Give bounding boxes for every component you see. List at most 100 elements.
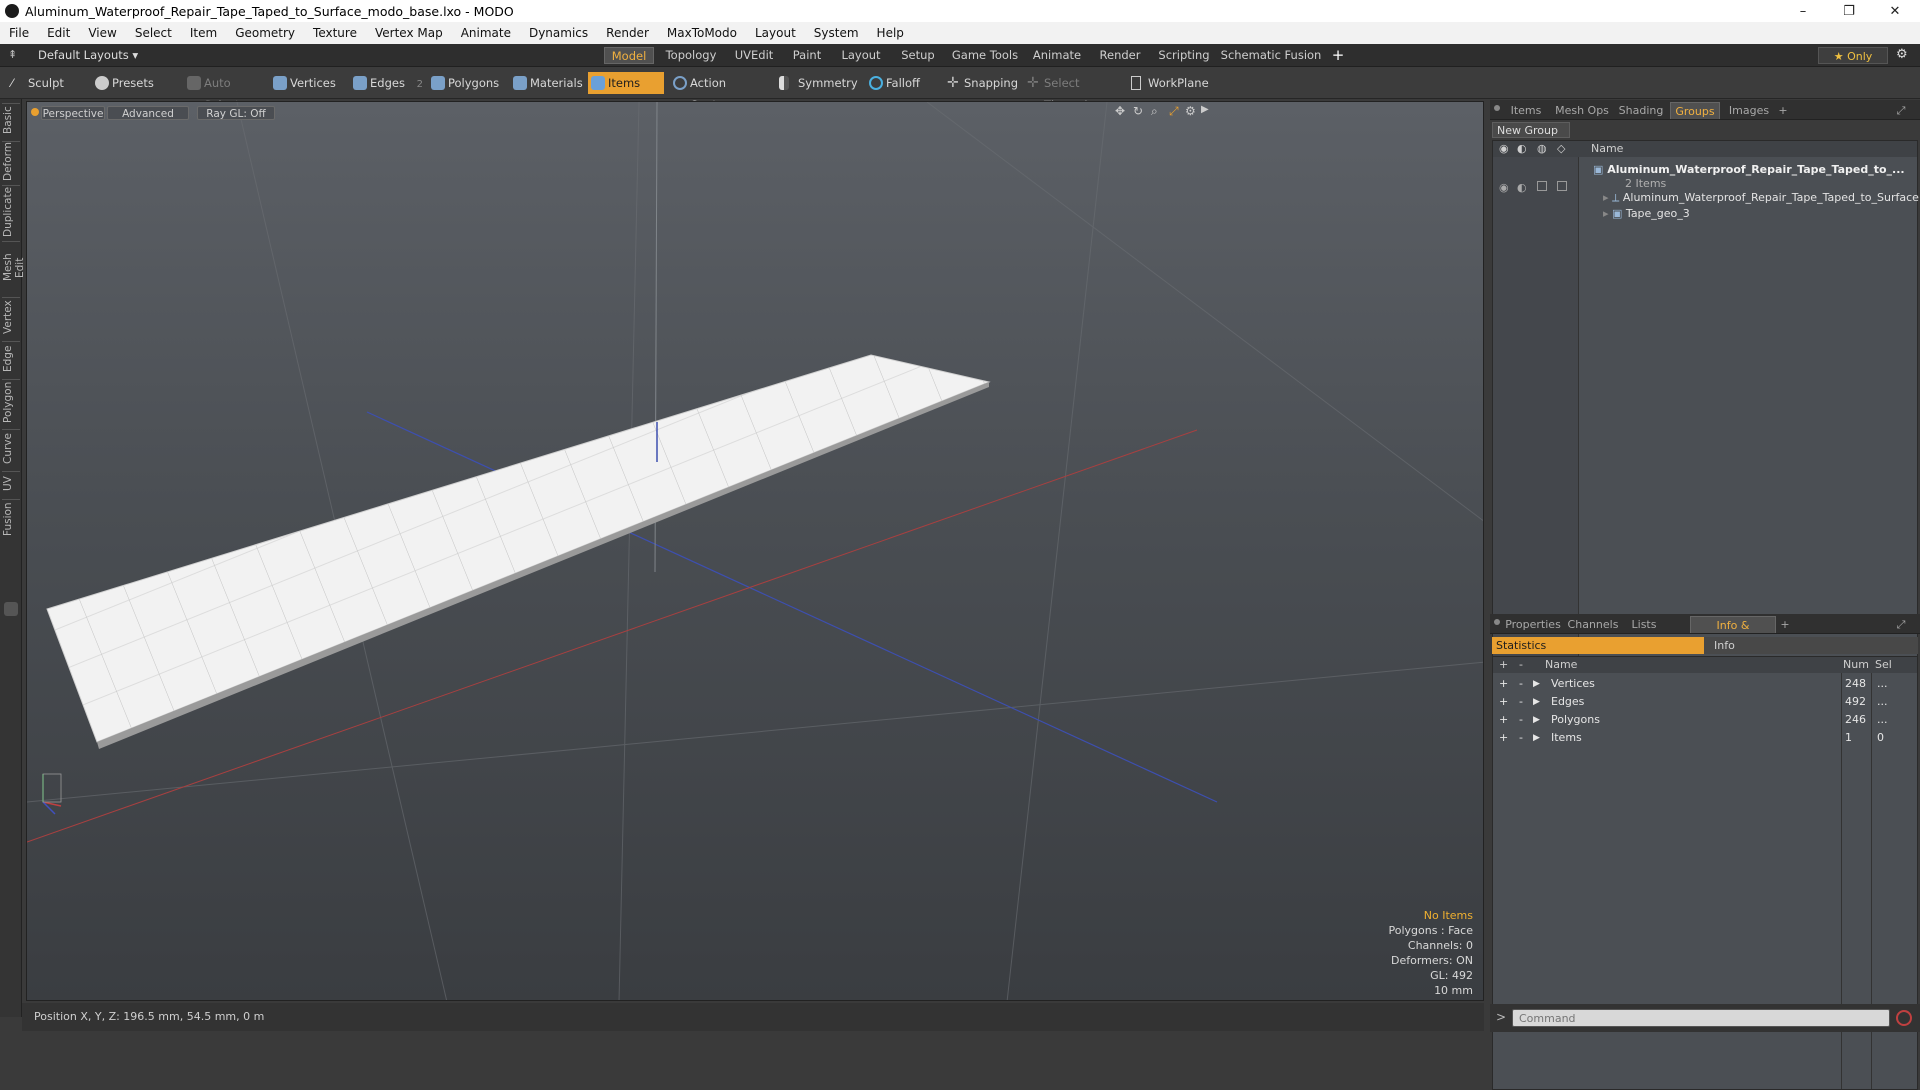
stat-row-items[interactable]: + - ▶ Items 1 0 — [1493, 729, 1920, 747]
only-toggle[interactable]: ★ Only — [1818, 47, 1888, 64]
tab-groups[interactable]: Groups — [1670, 102, 1720, 119]
falloff-button[interactable]: Falloff — [866, 72, 936, 94]
row-add-icon[interactable]: + — [1499, 711, 1508, 729]
raygl-dropdown[interactable]: Ray GL: Off — [197, 106, 275, 120]
materials-button[interactable]: Materials — [510, 72, 583, 94]
vtab-vertex[interactable]: Vertex — [2, 297, 20, 337]
menu-file[interactable]: File — [0, 26, 38, 40]
viewport-expand-icon[interactable]: ▶ — [1201, 104, 1209, 115]
menu-layout[interactable]: Layout — [746, 26, 805, 40]
visibility-eye-icon[interactable]: ◉ — [1499, 141, 1509, 157]
add-panel-tab-icon[interactable]: + — [1776, 102, 1790, 119]
stat-row-edges[interactable]: + - ▶ Edges 492 ... — [1493, 693, 1920, 711]
tab-channels[interactable]: Channels — [1566, 616, 1620, 633]
panel-menu-icon[interactable] — [1494, 105, 1500, 111]
polygons-button[interactable]: Polygons — [428, 72, 500, 94]
tab-uvedit[interactable]: UVEdit — [728, 47, 780, 64]
row-remove-icon[interactable]: - — [1519, 675, 1523, 693]
snapping-button[interactable]: ✛ Snapping — [944, 72, 1024, 94]
tab-properties[interactable]: Properties — [1504, 616, 1562, 633]
tab-render[interactable]: Render — [1092, 47, 1148, 64]
select-through-button[interactable]: ✛ Select Through — [1024, 72, 1120, 112]
tab-paint[interactable]: Paint — [786, 47, 828, 64]
zoom-icon[interactable]: ⌕ — [1151, 104, 1158, 119]
pan-icon[interactable]: ✥ — [1115, 104, 1125, 118]
expand-toggle-icon[interactable] — [4, 602, 18, 616]
auto-select-button[interactable]: Auto Select — [184, 72, 264, 112]
tab-game-tools[interactable]: Game Tools — [948, 47, 1022, 64]
row-expand-icon[interactable]: ▶ — [1533, 711, 1540, 729]
row-add-icon[interactable]: + — [1499, 693, 1508, 711]
add-tab-button[interactable]: + — [1330, 47, 1346, 64]
rotate-icon[interactable]: ↻ — [1133, 104, 1143, 118]
action-center-button[interactable]: Action Center — [670, 72, 762, 112]
row-expand-icon[interactable]: ▶ — [1533, 729, 1540, 747]
new-group-button[interactable]: New Group — [1492, 122, 1570, 138]
tab-lists[interactable]: Lists — [1624, 616, 1664, 633]
row-add-icon[interactable]: + — [1499, 675, 1508, 693]
props-panel-menu-icon[interactable] — [1494, 619, 1500, 625]
command-input[interactable] — [1512, 1009, 1890, 1027]
expand-arrow-icon[interactable]: ▸ — [1603, 191, 1612, 204]
stat-row-polygons[interactable]: + - ▶ Polygons 246 ... — [1493, 711, 1920, 729]
menu-select[interactable]: Select — [126, 26, 181, 40]
layout-dropdown[interactable]: Default Layouts ▾ — [38, 47, 138, 64]
menu-edit[interactable]: Edit — [38, 26, 79, 40]
menu-vertex-map[interactable]: Vertex Map — [366, 26, 452, 40]
menu-dynamics[interactable]: Dynamics — [520, 26, 597, 40]
vtab-edge[interactable]: Edge — [2, 341, 20, 375]
menu-system[interactable]: System — [805, 26, 868, 40]
group-child-mesh[interactable]: ▸ ⟂ Aluminum_Waterproof_Repair_Tape_Tape… — [1603, 191, 1919, 205]
workplane-button[interactable]: WorkPlane — [1128, 72, 1209, 94]
panel-maximize-icon[interactable]: ⤢ — [1894, 102, 1908, 119]
tab-schematic-fusion[interactable]: Schematic Fusion — [1220, 47, 1322, 64]
row-remove-icon[interactable]: - — [1519, 729, 1523, 747]
group-child-geo[interactable]: ▸ ▣ Tape_geo_3 — [1603, 207, 1690, 220]
tab-shading[interactable]: Shading — [1616, 102, 1666, 119]
vtab-duplicate[interactable]: Duplicate — [2, 185, 20, 237]
tape-mesh-top[interactable] — [46, 354, 991, 743]
minimize-button[interactable]: – — [1780, 0, 1826, 22]
tab-scripting[interactable]: Scripting — [1154, 47, 1214, 64]
statistics-tab[interactable]: Statistics — [1492, 637, 1704, 654]
viewport-settings-icon[interactable]: ⚙ — [1185, 104, 1196, 118]
vtab-uv[interactable]: UV — [2, 471, 20, 495]
stats-add-icon[interactable]: + — [1499, 657, 1508, 673]
menu-animate[interactable]: Animate — [452, 26, 520, 40]
stat-row-vertices[interactable]: + - ▶ Vertices 248 ... — [1493, 675, 1920, 693]
edges-button[interactable]: Edges 2 — [350, 72, 426, 94]
record-macro-icon[interactable] — [1896, 1010, 1912, 1026]
group-row[interactable]: ▣ Aluminum_Waterproof_Repair_Tape_Taped_… — [1593, 163, 1905, 176]
presets-button[interactable]: Presets F6 — [92, 72, 172, 112]
fit-icon[interactable]: ⤢ — [1169, 104, 1179, 119]
settings-gear-icon[interactable]: ⚙ — [1896, 47, 1912, 63]
expand-arrow-icon[interactable]: ▸ — [1603, 207, 1612, 220]
render-icon[interactable]: ◐ — [1517, 141, 1527, 157]
vtab-deform[interactable]: Deform — [2, 141, 20, 181]
vertices-button[interactable]: Vertices 1 — [270, 72, 346, 112]
sculpt-button[interactable]: ⁄ Sculpt — [8, 72, 88, 94]
tab-items[interactable]: Items — [1504, 102, 1548, 119]
stats-remove-icon[interactable]: - — [1519, 657, 1523, 673]
tab-setup[interactable]: Setup — [894, 47, 942, 64]
row-remove-icon[interactable]: - — [1519, 711, 1523, 729]
menu-geometry[interactable]: Geometry — [226, 26, 304, 40]
menu-maxtomodo[interactable]: MaxToModo — [658, 26, 746, 40]
viewport-menu-icon[interactable] — [31, 108, 39, 116]
group-visibility-eye-icon[interactable]: ◉ — [1499, 181, 1509, 194]
advanced-dropdown[interactable]: Advanced — [107, 106, 189, 120]
menu-help[interactable]: Help — [868, 26, 913, 40]
menu-view[interactable]: View — [79, 26, 125, 40]
select-icon[interactable]: ◇ — [1557, 141, 1565, 157]
close-button[interactable]: ✕ — [1872, 0, 1918, 22]
lock-icon[interactable]: ◍ — [1537, 141, 1547, 157]
tab-model[interactable]: Model — [604, 47, 654, 64]
vtab-polygon[interactable]: Polygon — [2, 379, 20, 425]
tab-mesh-ops[interactable]: Mesh Ops — [1552, 102, 1612, 119]
perspective-dropdown[interactable]: Perspective — [41, 106, 105, 120]
tab-images[interactable]: Images — [1724, 102, 1774, 119]
group-render-icon[interactable]: ◐ — [1517, 181, 1527, 194]
group-lock-checkbox[interactable] — [1537, 181, 1547, 191]
row-add-icon[interactable]: + — [1499, 729, 1508, 747]
maximize-button[interactable]: ❐ — [1826, 0, 1872, 22]
